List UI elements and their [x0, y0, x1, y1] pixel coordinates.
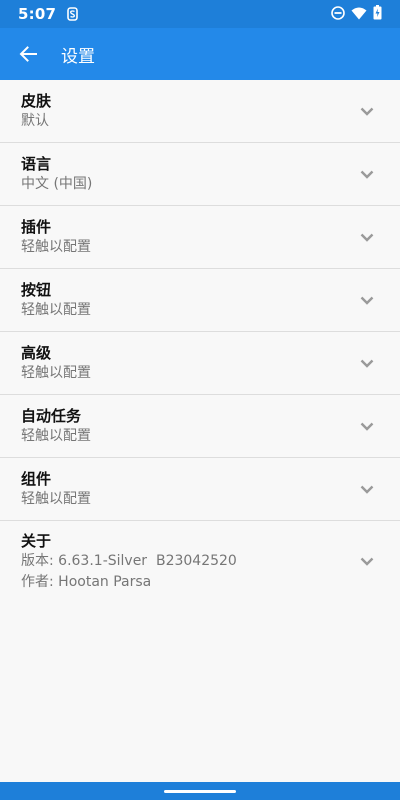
page-title: 设置	[61, 46, 95, 67]
item-title: 关于	[21, 532, 52, 550]
item-title: 自动任务	[21, 407, 82, 425]
settings-item-buttons[interactable]: 按钮 轻触以配置	[0, 269, 400, 332]
chevron-down-icon	[360, 295, 374, 305]
item-subtitle: 默认	[21, 113, 49, 129]
chevron-down-icon	[360, 358, 374, 368]
item-title: 按钮	[21, 281, 52, 299]
settings-item-skin[interactable]: 皮肤 默认	[0, 80, 400, 143]
item-title: 皮肤	[21, 92, 52, 110]
status-bar: 5:07	[0, 0, 400, 28]
item-subtitle: 轻触以配置	[21, 302, 91, 318]
item-title: 组件	[21, 470, 52, 488]
settings-item-about[interactable]: 关于 版本: 6.63.1-Silver B23042520 作者: Hoota…	[0, 521, 400, 601]
back-button[interactable]	[16, 42, 40, 66]
settings-item-automation[interactable]: 自动任务 轻触以配置	[0, 395, 400, 458]
chevron-down-icon	[360, 421, 374, 431]
item-subtitle: 轻触以配置	[21, 491, 91, 507]
battery-charging-icon	[373, 4, 382, 24]
arrow-left-icon	[19, 46, 37, 62]
status-time: 5:07	[18, 5, 57, 23]
settings-item-widgets[interactable]: 组件 轻触以配置	[0, 458, 400, 521]
item-subtitle: 轻触以配置	[21, 239, 91, 255]
about-author: 作者: Hootan Parsa	[21, 574, 152, 590]
chevron-down-icon	[360, 484, 374, 494]
item-subtitle: 轻触以配置	[21, 428, 91, 444]
item-title: 语言	[21, 155, 52, 173]
chevron-down-icon	[360, 169, 374, 179]
settings-item-language[interactable]: 语言 中文 (中国)	[0, 143, 400, 206]
status-icons	[331, 4, 382, 24]
do-not-disturb-icon	[331, 5, 345, 24]
settings-item-advanced[interactable]: 高级 轻触以配置	[0, 332, 400, 395]
chevron-down-icon	[360, 232, 374, 242]
item-subtitle: 轻触以配置	[21, 365, 91, 381]
settings-list: 皮肤 默认 语言 中文 (中国) 插件 轻触以配置 按钮 轻触以配置 高级 轻触…	[0, 80, 400, 601]
item-title: 高级	[21, 344, 52, 362]
app-bar: 设置	[0, 28, 400, 80]
navigation-bar	[0, 782, 400, 800]
chevron-down-icon	[360, 106, 374, 116]
wifi-icon	[351, 5, 367, 24]
settings-item-plugins[interactable]: 插件 轻触以配置	[0, 206, 400, 269]
gesture-handle[interactable]	[164, 789, 236, 793]
about-version: 版本: 6.63.1-Silver B23042520	[21, 553, 237, 569]
chevron-down-icon	[360, 556, 374, 566]
notification-s-icon	[66, 7, 78, 21]
item-title: 插件	[21, 218, 52, 236]
item-subtitle: 中文 (中国)	[21, 176, 93, 192]
